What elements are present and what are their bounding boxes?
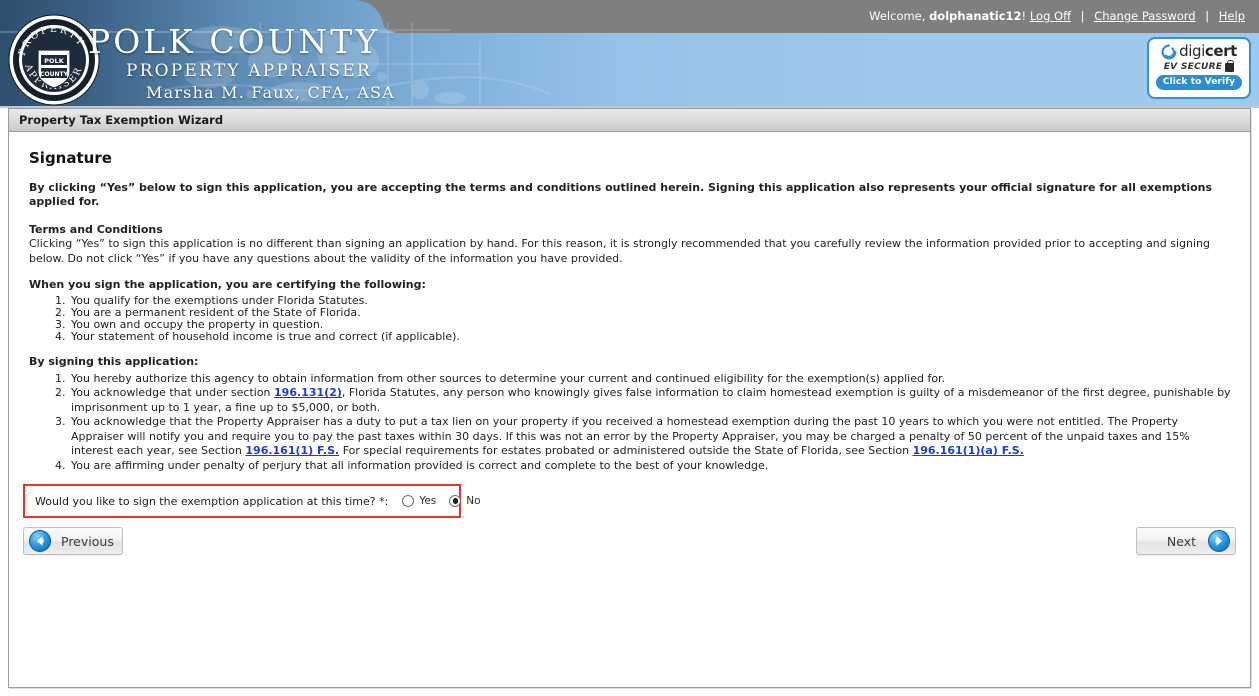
wizard-titlebar: Property Tax Exemption Wizard: [9, 109, 1250, 132]
click-to-verify-button[interactable]: Click to Verify: [1156, 75, 1242, 90]
signature-intro-text: By clicking “Yes” below to sign this app…: [29, 181, 1213, 208]
certification-heading: When you sign the application, you are c…: [29, 278, 426, 291]
signature-question-label: Would you like to sign the exemption app…: [35, 494, 389, 508]
signature-question-row: Would you like to sign the exemption app…: [23, 484, 481, 518]
separator-2: |: [1205, 9, 1210, 23]
lock-icon: [1225, 59, 1235, 72]
wizard-title: Property Tax Exemption Wizard: [19, 113, 224, 127]
site-header: PROPERTY APPRAISER POLK COUNTY POLK COUN…: [0, 0, 1259, 108]
terms-and-conditions-body: Clicking “Yes” to sign this application …: [29, 237, 1211, 265]
digicert-tagline: EV SECURE: [1163, 62, 1223, 72]
separator-1: |: [1080, 9, 1085, 23]
previous-button[interactable]: Previous: [23, 527, 123, 555]
org-name-line: POLK COUNTY: [88, 22, 381, 61]
next-button-label: Next: [1166, 533, 1196, 549]
list-item: You are affirming under penalty of perju…: [69, 459, 1234, 474]
by-signing-list: You hereby authorize this agency to obta…: [25, 372, 1234, 474]
polk-county-seal-logo: PROPERTY APPRAISER POLK COUNTY: [8, 14, 100, 106]
previous-button-label: Previous: [61, 533, 114, 549]
change-password-link[interactable]: Change Password: [1094, 9, 1195, 23]
svg-text:COUNTY: COUNTY: [40, 71, 68, 78]
list-item: You hereby authorize this agency to obta…: [69, 372, 1234, 387]
welcome-suffix: !: [1021, 9, 1027, 23]
digicert-brand-row: digicert: [1149, 42, 1249, 61]
digicert-swirl-icon: [1161, 44, 1177, 59]
radio-no-label[interactable]: No: [466, 495, 480, 507]
list-item: You acknowledge that under section 196.1…: [69, 386, 1234, 415]
next-button[interactable]: Next: [1136, 527, 1236, 555]
by-signing-heading: By signing this application:: [29, 354, 199, 368]
list-item: You acknowledge that the Property Apprai…: [69, 415, 1234, 459]
item2-pre-text: You acknowledge that under section: [71, 386, 275, 400]
statute-link-196-161-1[interactable]: 196.161(1) F.S.: [245, 444, 339, 457]
welcome-prefix: Welcome,: [869, 9, 930, 23]
terms-and-conditions-heading: Terms and Conditions: [29, 223, 163, 236]
radio-no[interactable]: [449, 495, 462, 507]
user-session-bar: Welcome, dolphanatic12! Log Off | Change…: [869, 9, 1245, 23]
digicert-ev-secure-seal[interactable]: digicert EV SECURE Click to Verify: [1147, 37, 1251, 99]
log-off-link[interactable]: Log Off: [1030, 9, 1071, 23]
item3-mid-text: For special requirements for estates pro…: [339, 444, 913, 458]
username-label: dolphanatic12: [929, 9, 1022, 23]
digicert-wordmark: digicert: [1179, 42, 1237, 60]
radio-yes-label[interactable]: Yes: [419, 495, 436, 507]
page-title: Signature: [29, 149, 112, 167]
svg-text:POLK: POLK: [44, 57, 64, 65]
help-link[interactable]: Help: [1219, 9, 1245, 23]
certification-list: You qualify for the exemptions under Flo…: [25, 295, 1234, 343]
wizard-content: Signature By clicking “Yes” below to sig…: [9, 132, 1250, 555]
wizard-panel: Property Tax Exemption Wizard Signature …: [8, 108, 1251, 688]
statute-link-196-131-2[interactable]: 196.131(2): [274, 386, 342, 399]
org-role-line: PROPERTY APPRAISER: [126, 61, 372, 81]
arrow-left-icon: [29, 530, 51, 552]
org-official-name-line: Marsha M. Faux, CFA, ASA: [146, 83, 395, 102]
arrow-right-icon: [1208, 530, 1230, 552]
list-item: Your statement of household income is tr…: [69, 331, 1234, 343]
radio-yes[interactable]: [402, 495, 415, 507]
digicert-tagline-row: EV SECURE: [1149, 59, 1249, 72]
signature-radio-group[interactable]: Yes No: [402, 495, 490, 507]
organization-title: POLK COUNTY PROPERTY APPRAISER Marsha M.…: [88, 24, 395, 104]
statute-link-196-161-1-a[interactable]: 196.161(1)(a) F.S.: [913, 444, 1024, 457]
